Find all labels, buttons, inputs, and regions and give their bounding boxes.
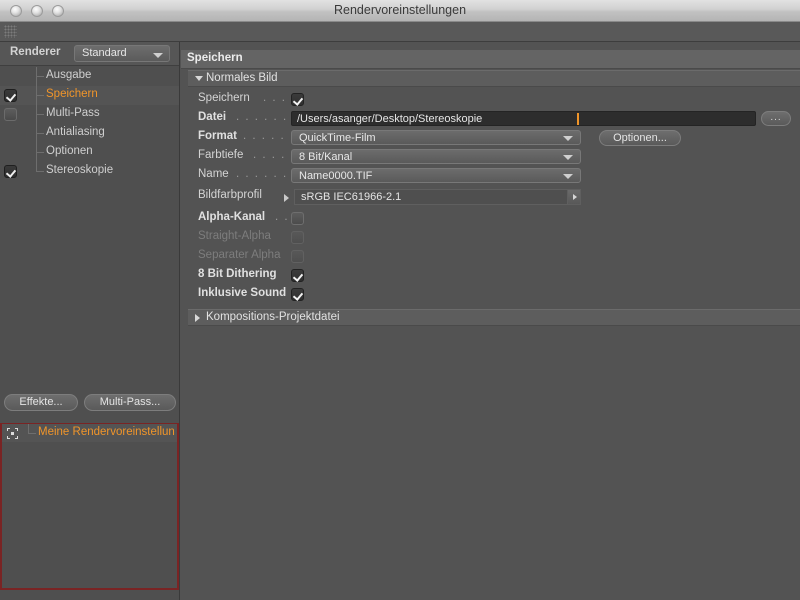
- tree-item-label: Antialiasing: [46, 126, 105, 138]
- field-label: Separater Alpha: [198, 249, 281, 261]
- speichern-checkbox[interactable]: [291, 93, 304, 106]
- renderer-row: Renderer Standard: [0, 42, 179, 66]
- format-dropdown[interactable]: QuickTime-Film: [291, 130, 581, 145]
- chevron-right-icon[interactable]: [195, 314, 200, 322]
- tree-branch-icon: [36, 86, 46, 105]
- separater-alpha-checkbox[interactable]: [291, 250, 304, 263]
- tree-branch-icon: [28, 424, 38, 443]
- chevron-down-icon: [563, 136, 573, 141]
- tree-branch-icon: [36, 124, 46, 143]
- farbtiefe-dropdown[interactable]: 8 Bit/Kanal: [291, 149, 581, 164]
- field-label: Alpha-Kanal: [198, 211, 266, 223]
- field-row-bildfarbprofil: Bildfarbprofil sRGB IEC61966-2.1: [181, 187, 800, 206]
- field-row-straight-alpha: Straight-Alpha: [181, 228, 800, 247]
- window-titlebar: Rendervoreinstellungen: [0, 0, 800, 22]
- multi-pass-button[interactable]: Multi-Pass...: [84, 394, 176, 411]
- chevron-down-icon[interactable]: [195, 76, 203, 81]
- field-label: Speichern: [198, 92, 250, 104]
- field-row-datei: Datei . . . . . . . . /Users/asanger/Des…: [181, 109, 800, 128]
- section-title: Speichern: [187, 52, 243, 64]
- toolbar-strip: [0, 22, 800, 42]
- field-label: Straight-Alpha: [198, 230, 271, 242]
- name-value: Name0000.TIF: [299, 170, 373, 182]
- format-value: QuickTime-Film: [299, 132, 376, 144]
- field-label: Inklusive Sound: [198, 287, 287, 299]
- tree-item-label: Optionen: [46, 145, 93, 157]
- render-settings-window: Rendervoreinstellungen Renderer Standard…: [0, 0, 800, 600]
- optionen-button[interactable]: Optionen...: [599, 130, 681, 146]
- field-row-farbtiefe: Farbtiefe . . . . . . 8 Bit/Kanal: [181, 147, 800, 166]
- left-panel: Renderer Standard Ausgabe Speichern Mult…: [0, 42, 180, 600]
- field-row-alpha-kanal: Alpha-Kanal . .: [181, 209, 800, 228]
- field-row-name: Name . . . . . . . . Name0000.TIF: [181, 166, 800, 185]
- tree-item-optionen[interactable]: Optionen: [0, 143, 179, 162]
- tree-item-ausgabe[interactable]: Ausgabe: [0, 67, 179, 86]
- tree-branch-icon: [36, 105, 46, 124]
- effekte-button[interactable]: Effekte...: [4, 394, 78, 411]
- tree-item-label: Ausgabe: [46, 69, 92, 81]
- field-label: Bildfarbprofil: [198, 189, 262, 201]
- label-leader-dots: . .: [275, 211, 290, 223]
- tree-item-checkbox[interactable]: [4, 165, 17, 178]
- tree-branch-icon: [36, 143, 46, 162]
- field-row-inklusive-sound: Inklusive Sound: [181, 285, 800, 304]
- text-cursor: [577, 113, 579, 125]
- dithering-checkbox[interactable]: [291, 269, 304, 282]
- inklusive-sound-checkbox[interactable]: [291, 288, 304, 301]
- field-row-speichern: Speichern . . . . .: [181, 90, 800, 109]
- renderer-label: Renderer: [10, 46, 61, 58]
- preset-marker-icon: [7, 428, 18, 439]
- tree-item-label: Multi-Pass: [46, 107, 100, 119]
- tree-item-label: Speichern: [46, 88, 98, 100]
- field-label: Datei: [198, 111, 227, 123]
- settings-tree: Ausgabe Speichern Multi-Pass Antialiasin…: [0, 67, 179, 181]
- field-label: Name: [198, 168, 229, 180]
- tree-item-checkbox[interactable]: [4, 108, 17, 121]
- section-header-speichern: Speichern: [181, 50, 800, 69]
- preset-item-label: Meine Rendervoreinstellun: [38, 426, 175, 438]
- tree-item-checkbox[interactable]: [4, 89, 17, 102]
- straight-alpha-checkbox[interactable]: [291, 231, 304, 244]
- group-title: Normales Bild: [206, 72, 278, 84]
- tree-item-speichern[interactable]: Speichern: [0, 86, 179, 105]
- tree-branch-icon: [36, 162, 46, 181]
- name-dropdown[interactable]: Name0000.TIF: [291, 168, 581, 183]
- tree-item-antialiasing[interactable]: Antialiasing: [0, 124, 179, 143]
- left-panel-buttons: Effekte... Multi-Pass...: [0, 394, 179, 420]
- drag-grip-icon[interactable]: [4, 25, 17, 38]
- chevron-down-icon: [153, 53, 163, 58]
- tree-item-stereoskopie[interactable]: Stereoskopie: [0, 162, 179, 181]
- group-header-kompositions-projektdatei[interactable]: Kompositions-Projektdatei: [188, 309, 800, 326]
- field-label: Format: [198, 130, 237, 142]
- farbtiefe-value: 8 Bit/Kanal: [299, 151, 353, 163]
- tree-item-label: Stereoskopie: [46, 164, 114, 176]
- bildfarbprofil-picker-button[interactable]: [567, 190, 580, 204]
- tree-item-multi-pass[interactable]: Multi-Pass: [0, 105, 179, 124]
- group-header-normales-bild[interactable]: Normales Bild: [188, 70, 800, 87]
- expand-arrow-icon[interactable]: [284, 194, 289, 202]
- alpha-kanal-checkbox[interactable]: [291, 212, 304, 225]
- right-panel: Speichern Normales Bild Speichern . . . …: [181, 42, 800, 600]
- preset-list: Meine Rendervoreinstellun: [0, 423, 179, 590]
- field-row-format: Format . . . . . . . QuickTime-Film Opti…: [181, 128, 800, 147]
- window-title: Rendervoreinstellungen: [333, 3, 467, 17]
- datei-input[interactable]: /Users/asanger/Desktop/Stereoskopie: [291, 111, 756, 126]
- field-row-separater-alpha: Separater Alpha: [181, 247, 800, 266]
- browse-button[interactable]: ...: [761, 111, 791, 126]
- group-title: Kompositions-Projektdatei: [206, 311, 340, 323]
- renderer-value: Standard: [82, 47, 127, 59]
- field-label: 8 Bit Dithering: [198, 268, 277, 280]
- renderer-dropdown[interactable]: Standard: [74, 45, 170, 62]
- tree-branch-icon: [36, 67, 46, 86]
- field-label: Farbtiefe: [198, 149, 244, 161]
- field-row-8-bit-dithering: 8 Bit Dithering: [181, 266, 800, 285]
- bildfarbprofil-value: sRGB IEC61966-2.1: [301, 191, 402, 203]
- bildfarbprofil-field[interactable]: sRGB IEC61966-2.1: [294, 189, 581, 205]
- chevron-down-icon: [563, 174, 573, 179]
- chevron-down-icon: [563, 155, 573, 160]
- datei-value: /Users/asanger/Desktop/Stereoskopie: [297, 113, 483, 125]
- preset-list-item[interactable]: Meine Rendervoreinstellun: [2, 423, 177, 442]
